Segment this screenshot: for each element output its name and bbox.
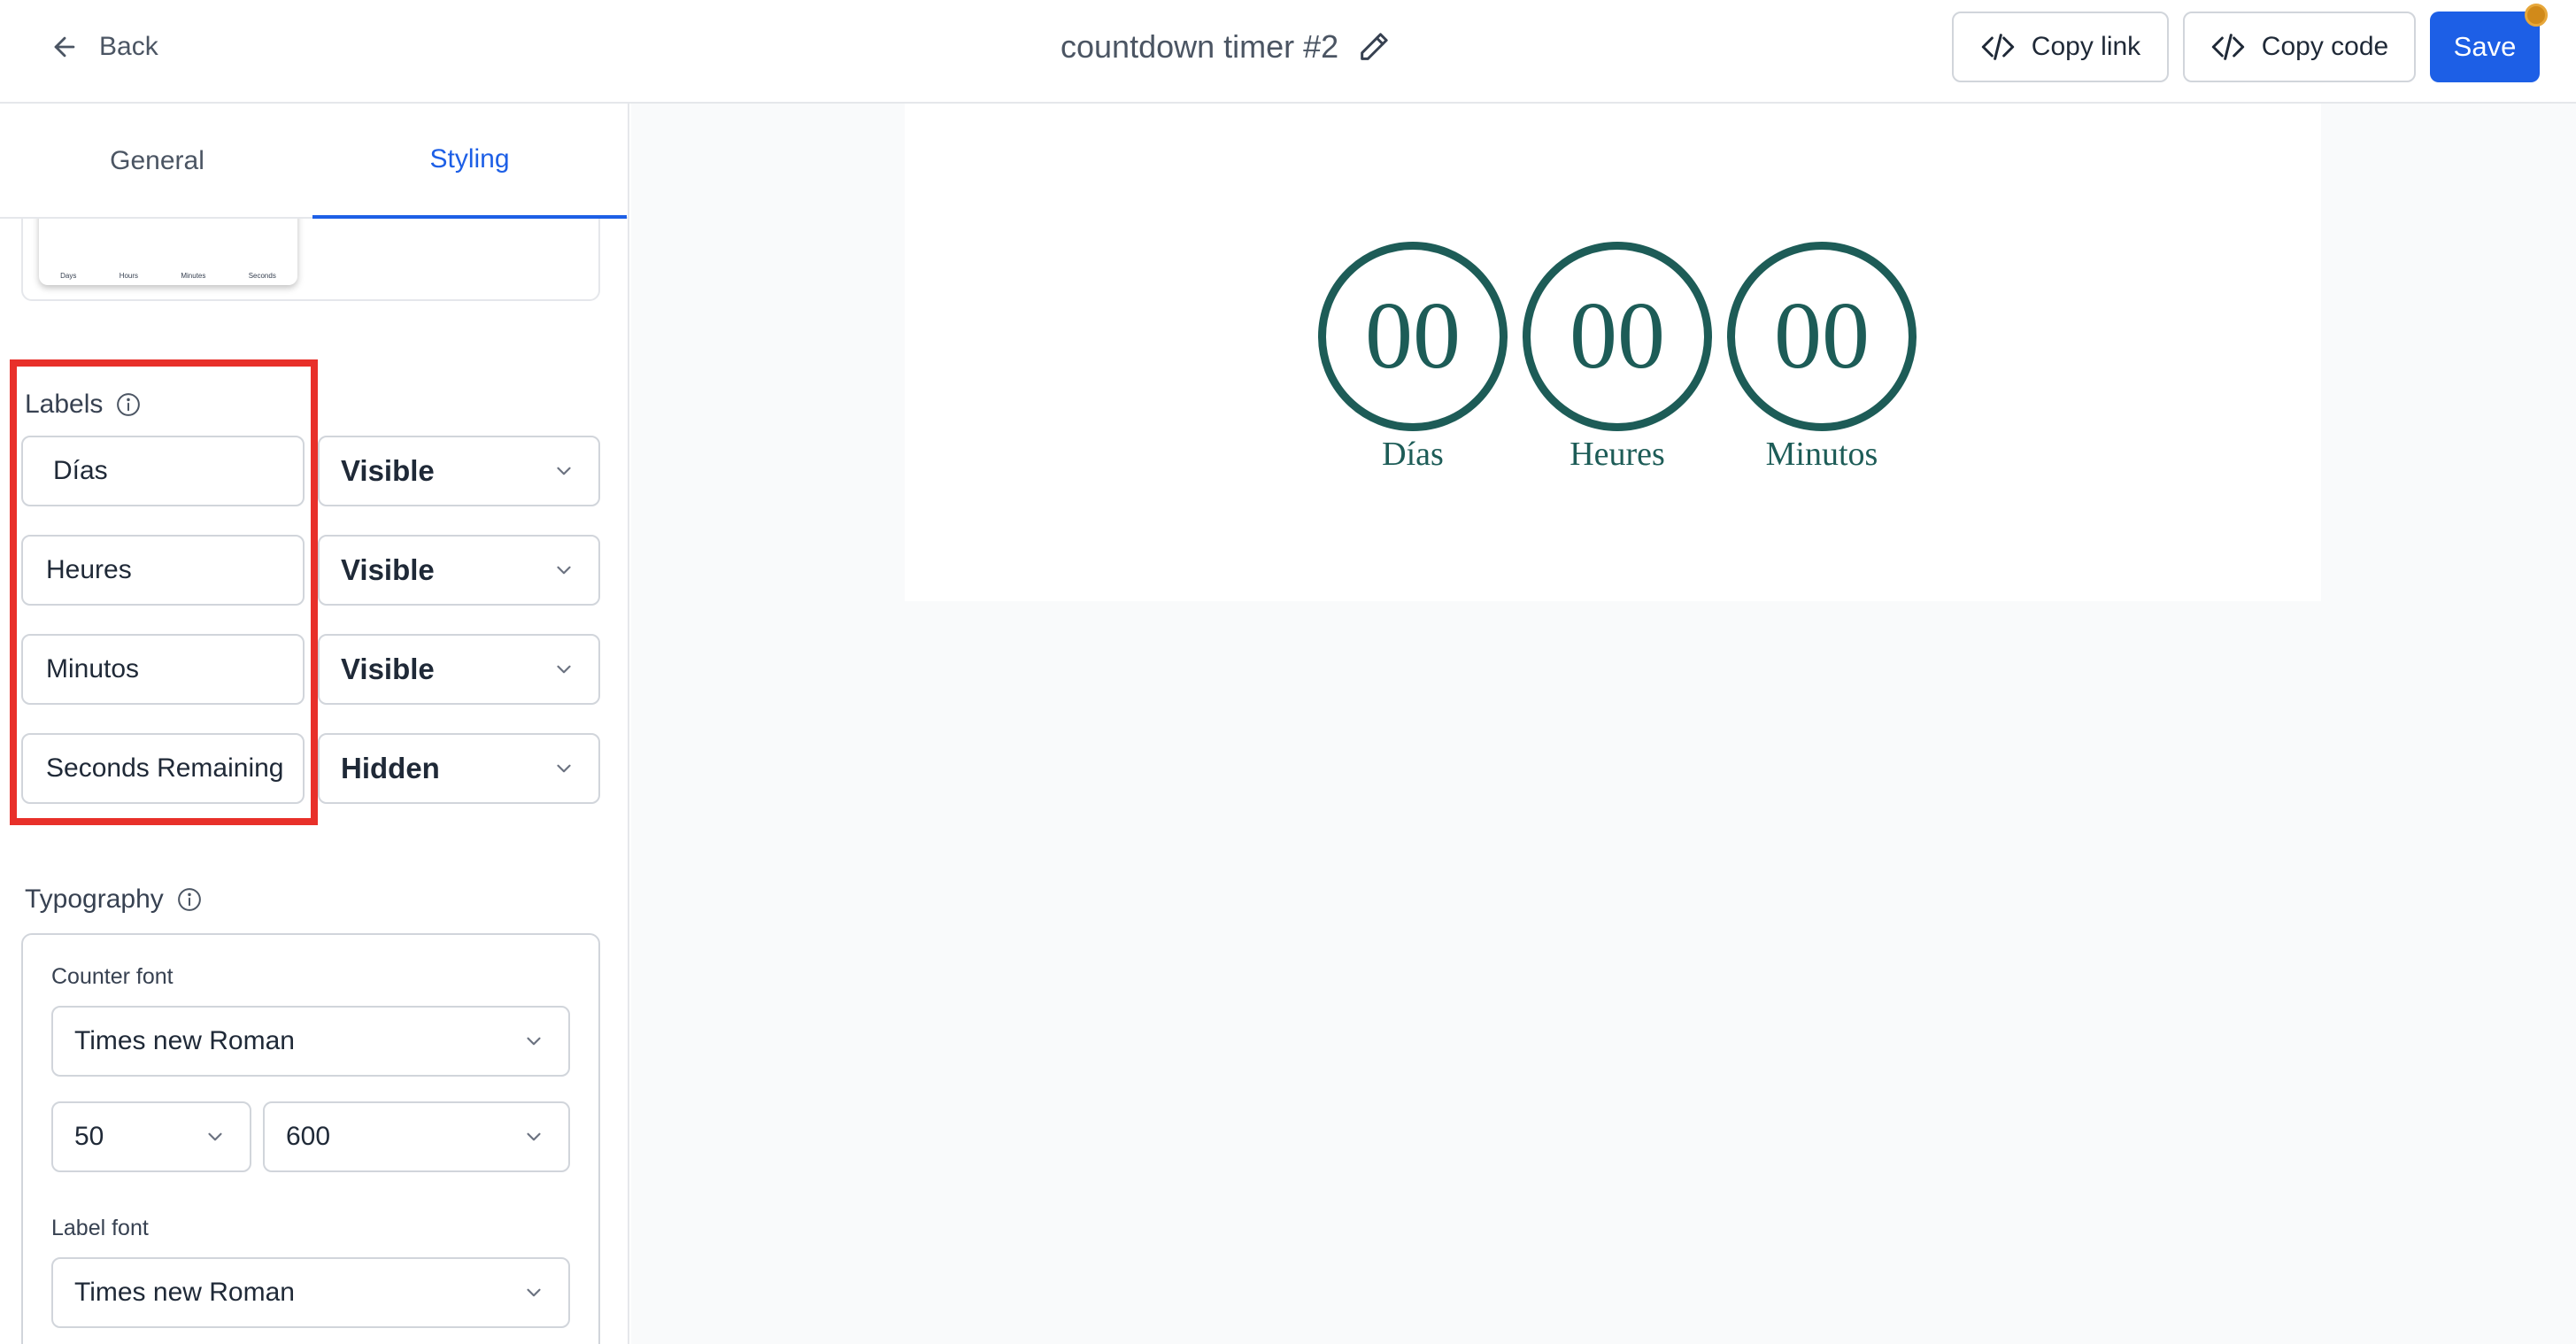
copy-link-button[interactable]: Copy link [1952,12,2169,82]
back-button[interactable]: Back [50,27,158,67]
timer-unit-label: Minutos [1765,436,1878,473]
timer-ring: 00 [1318,242,1508,431]
timer-unit-label: Heures [1570,436,1665,473]
info-icon[interactable] [115,391,142,418]
timer-unit-days: 00 Días [1318,242,1508,474]
copy-link-label: Copy link [2031,32,2141,61]
label-input-seconds[interactable]: Seconds Remaining [21,733,305,804]
label-font-label: Label font [51,1216,149,1240]
visibility-select-days[interactable]: Visible [318,436,600,506]
visibility-select-hours[interactable]: Visible [318,535,600,606]
counter-size-select[interactable]: 50 [51,1101,251,1172]
timer-preview-canvas: 00 Días 00 Heures 00 Minutos [905,104,2321,601]
typography-heading-text: Typography [25,884,164,914]
visibility-value: Hidden [341,752,440,784]
thumbnail-label: Hours [119,272,139,280]
thumbnail-label: Days [60,272,77,280]
label-input-hours[interactable]: Heures [21,535,305,606]
labels-heading: Labels [25,390,142,420]
code-icon [2211,34,2244,60]
label-input-minutes[interactable]: Minutos [21,634,305,705]
arrow-left-icon [54,36,75,58]
label-input-days[interactable]: Días [21,436,305,506]
chevron-down-icon [527,1132,541,1141]
chevron-down-icon [557,566,571,575]
tab-styling[interactable]: Styling [312,104,627,219]
timer-ring: 00 [1727,242,1917,431]
save-label: Save [2453,31,2517,62]
chevron-down-icon [208,1132,222,1141]
title-area: countdown timer #2 [1060,23,1392,71]
save-button[interactable]: Save [2430,4,2548,82]
chevron-down-icon [527,1288,541,1297]
visibility-value: Visible [341,653,435,685]
thumbnail-label: Minutes [181,272,206,280]
page-title: countdown timer #2 [1060,28,1339,65]
chevron-down-icon [557,764,571,773]
back-label: Back [99,32,158,61]
counter-font-label: Counter font [51,964,174,989]
info-icon[interactable] [176,886,203,913]
chevron-down-icon [557,665,571,674]
timer-unit-minutes: 00 Minutos [1727,242,1917,474]
timer-ring: 00 [1523,242,1712,431]
tab-bar: General Styling [0,104,628,219]
chevron-down-icon [527,1037,541,1046]
label-font-select[interactable]: Times new Roman [51,1257,570,1328]
visibility-value: Visible [341,454,435,487]
tab-general[interactable]: General [0,104,314,219]
visibility-value: Visible [341,553,435,586]
code-icon [1981,34,2014,60]
copy-code-label: Copy code [2261,32,2389,61]
timer-unit-hours: 00 Heures [1523,242,1712,474]
counter-weight-select[interactable]: 600 [263,1101,570,1172]
counter-size-value: 50 [74,1122,104,1151]
top-bar: Back countdown timer #2 Copy link Copy c… [0,0,2576,104]
chevron-down-icon [557,467,571,475]
notification-dot [2525,4,2548,27]
thumbnail-label: Seconds [248,272,276,280]
typography-heading: Typography [25,884,203,915]
settings-sidebar: General Styling Days Hours Minutes Secon… [0,104,629,1344]
thumbnail-labels: Days Hours Minutes Seconds [39,272,297,280]
visibility-select-seconds[interactable]: Hidden [318,733,600,804]
copy-code-button[interactable]: Copy code [2183,12,2416,82]
counter-font-value: Times new Roman [74,1026,295,1055]
visibility-select-minutes[interactable]: Visible [318,634,600,705]
counter-weight-value: 600 [286,1122,331,1151]
timer-unit-label: Días [1382,436,1444,473]
label-font-value: Times new Roman [74,1278,295,1307]
labels-heading-text: Labels [25,390,104,419]
counter-font-select[interactable]: Times new Roman [51,1006,570,1077]
preview-area: 00 Días 00 Heures 00 Minutos [631,104,2576,1344]
pencil-icon[interactable] [1356,29,1392,65]
